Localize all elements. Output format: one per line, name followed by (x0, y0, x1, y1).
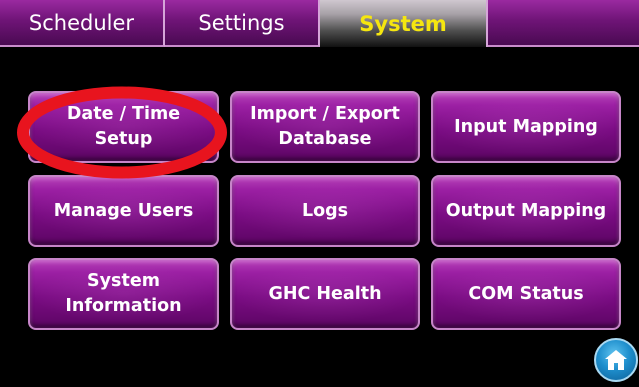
ghc-health-button[interactable]: GHC Health (230, 258, 420, 330)
system-information-button[interactable]: System Information (28, 258, 219, 330)
logs-button[interactable]: Logs (230, 175, 420, 247)
tab-system[interactable]: System (320, 0, 488, 47)
home-button[interactable] (594, 338, 638, 382)
tab-settings[interactable]: Settings (165, 0, 320, 47)
import-export-database-button[interactable]: Import / Export Database (230, 91, 420, 163)
output-mapping-button[interactable]: Output Mapping (431, 175, 621, 247)
tab-empty (488, 0, 639, 47)
manage-users-button[interactable]: Manage Users (28, 175, 219, 247)
home-icon (605, 350, 627, 370)
date-time-setup-button[interactable]: Date / Time Setup (28, 91, 219, 163)
tab-bar: Scheduler Settings System (0, 0, 639, 47)
com-status-button[interactable]: COM Status (431, 258, 621, 330)
tab-scheduler[interactable]: Scheduler (0, 0, 165, 47)
input-mapping-button[interactable]: Input Mapping (431, 91, 621, 163)
system-screen: Scheduler Settings System Date / Time Se… (0, 0, 639, 387)
